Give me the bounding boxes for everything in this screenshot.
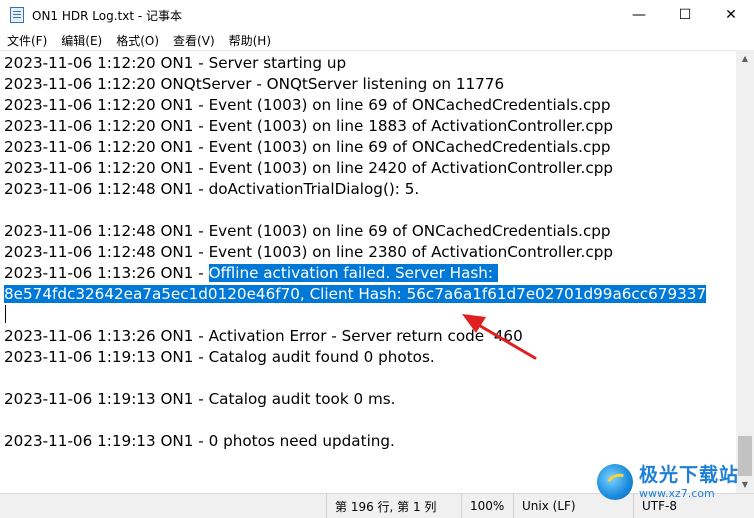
text-line: 2023-11-06 1:19:13 ON1 - Catalog audit f… <box>4 347 706 368</box>
menu-help[interactable]: 帮助(H) <box>222 32 278 49</box>
text-line <box>4 368 706 389</box>
text-line <box>4 200 706 221</box>
text-line: 2023-11-06 1:12:48 ON1 - Event (1003) on… <box>4 242 706 263</box>
status-bar: 第 196 行, 第 1 列 100% Unix (LF) UTF-8 <box>0 493 754 518</box>
line-text: 2023-11-06 1:19:13 ON1 - Catalog audit t… <box>4 390 396 408</box>
minimize-button[interactable]: — <box>616 0 662 30</box>
line-text: 2023-11-06 1:12:20 ON1 - Server starting… <box>4 54 347 72</box>
text-line: 2023-11-06 1:12:20 ON1 - Event (1003) on… <box>4 158 706 179</box>
text-line: 2023-11-06 1:12:48 ON1 - doActivationTri… <box>4 179 706 200</box>
cursor-position: 第 196 行, 第 1 列 <box>326 494 461 518</box>
menu-format[interactable]: 格式(O) <box>109 32 166 49</box>
text-line: 2023-11-06 1:12:20 ONQtServer - ONQtServ… <box>4 74 706 95</box>
selected-text: 8e574fdc32642ea7a5ec1d0120e46f70, Client… <box>4 285 707 303</box>
title-bar: ON1 HDR Log.txt - 记事本 — ☐ ✕ <box>0 0 754 30</box>
text-line: 2023-11-06 1:12:20 ON1 - Event (1003) on… <box>4 116 706 137</box>
text-editor[interactable]: 2023-11-06 1:12:20 ON1 - Server starting… <box>0 50 736 494</box>
menu-view[interactable]: 查看(V) <box>166 32 222 49</box>
line-ending: Unix (LF) <box>513 494 633 518</box>
text-line: 2023-11-06 1:19:13 ON1 - 0 photos need u… <box>4 431 706 452</box>
line-text: 2023-11-06 1:12:20 ONQtServer - ONQtServ… <box>4 75 505 93</box>
text-line: 2023-11-06 1:12:20 ON1 - Event (1003) on… <box>4 95 706 116</box>
line-text: 2023-11-06 1:13:26 ON1 - <box>4 264 209 282</box>
text-line: 2023-11-06 1:12:20 ON1 - Server starting… <box>4 53 706 74</box>
line-text: 2023-11-06 1:12:48 ON1 - Event (1003) on… <box>4 222 611 240</box>
text-line: 2023-11-06 1:13:26 ON1 - Activation Erro… <box>4 326 706 347</box>
text-line: 2023-11-06 1:19:13 ON1 - Catalog audit t… <box>4 389 706 410</box>
menu-edit[interactable]: 编辑(E) <box>54 32 109 49</box>
line-text: 2023-11-06 1:12:48 ON1 - Event (1003) on… <box>4 243 613 261</box>
text-line: 2023-11-06 1:12:48 ON1 - Event (1003) on… <box>4 221 706 242</box>
text-caret <box>5 305 6 323</box>
scroll-up-icon[interactable]: ▲ <box>736 50 754 67</box>
line-text: 2023-11-06 1:12:20 ON1 - Event (1003) on… <box>4 96 611 114</box>
menu-bar: 文件(F) 编辑(E) 格式(O) 查看(V) 帮助(H) <box>0 30 754 50</box>
zoom-level: 100% <box>461 494 513 518</box>
close-button[interactable]: ✕ <box>708 0 754 30</box>
window-controls: — ☐ ✕ <box>616 0 754 30</box>
line-text: 2023-11-06 1:13:26 ON1 - Activation Erro… <box>4 327 523 345</box>
line-text: 2023-11-06 1:19:13 ON1 - Catalog audit f… <box>4 348 435 366</box>
text-line <box>4 305 706 326</box>
scroll-down-icon[interactable]: ▼ <box>736 476 754 493</box>
selected-text: Offline activation failed. Server Hash: <box>208 264 498 282</box>
text-line: 2023-11-06 1:12:20 ON1 - Event (1003) on… <box>4 137 706 158</box>
scrollbar-thumb[interactable] <box>738 436 752 476</box>
window-title: ON1 HDR Log.txt - 记事本 <box>32 8 183 23</box>
text-line <box>4 410 706 431</box>
encoding: UTF-8 <box>633 494 754 518</box>
maximize-button[interactable]: ☐ <box>662 0 708 30</box>
vertical-scrollbar[interactable]: ▲ ▼ <box>736 50 754 493</box>
text-line: 8e574fdc32642ea7a5ec1d0120e46f70, Client… <box>4 284 707 305</box>
line-text: 2023-11-06 1:12:20 ON1 - Event (1003) on… <box>4 117 613 135</box>
line-text: 2023-11-06 1:12:48 ON1 - doActivationTri… <box>4 180 420 198</box>
editor-content[interactable]: 2023-11-06 1:12:20 ON1 - Server starting… <box>4 53 707 452</box>
line-text: 2023-11-06 1:12:20 ON1 - Event (1003) on… <box>4 159 613 177</box>
text-line: 2023-11-06 1:13:26 ON1 - Offline activat… <box>4 263 706 284</box>
line-text: 2023-11-06 1:19:13 ON1 - 0 photos need u… <box>4 432 395 450</box>
notepad-icon <box>10 7 24 23</box>
menu-file[interactable]: 文件(F) <box>0 32 54 49</box>
line-text: 2023-11-06 1:12:20 ON1 - Event (1003) on… <box>4 138 611 156</box>
